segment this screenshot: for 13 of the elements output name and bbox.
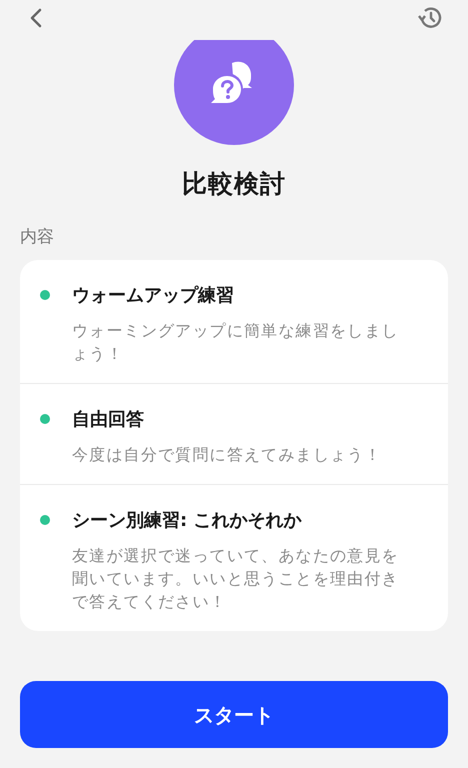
- item-title: ウォームアップ練習: [72, 284, 235, 308]
- back-icon: [29, 8, 43, 28]
- start-button[interactable]: スタート: [20, 681, 448, 748]
- page-title: 比較検討: [182, 168, 286, 200]
- section-label: 内容: [19, 226, 55, 248]
- item-title: シーン別練習: これかそれか: [72, 509, 302, 533]
- item-title: 自由回答: [72, 408, 145, 432]
- item-description: 友達が選択で迷っていて、あなたの意見を聞いています。いいと思うことを理由付きで答えてください！: [72, 545, 400, 613]
- bullet-icon: [40, 515, 50, 525]
- item-description: ウォーミングアップに簡単な練習をしましょう！: [72, 320, 400, 365]
- bullet-icon: [40, 290, 50, 300]
- item-description: 今度は自分で質問に答えてみましょう！: [72, 444, 383, 466]
- bullet-icon: [40, 414, 50, 424]
